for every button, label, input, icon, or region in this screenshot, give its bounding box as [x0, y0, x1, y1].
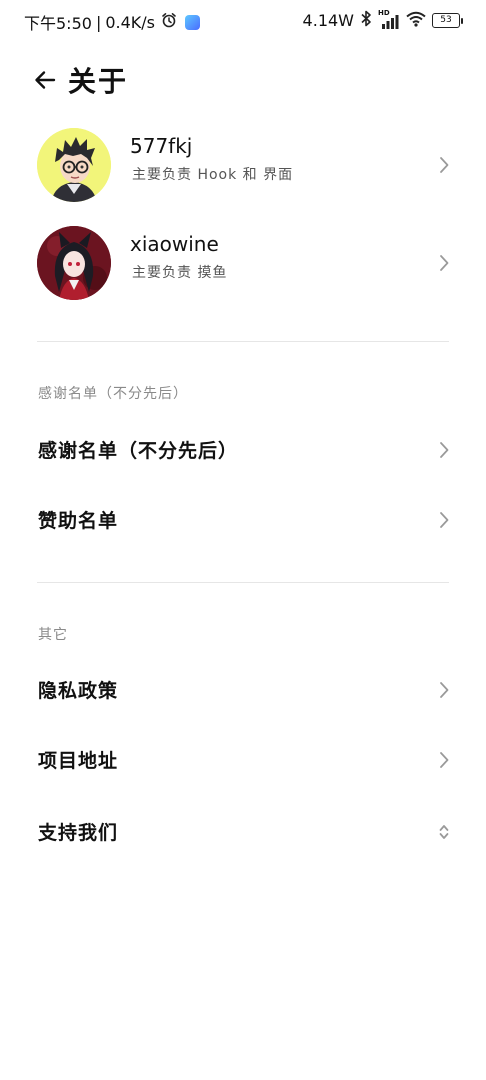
status-left: 下午5:50 | 0.4K/s: [24, 10, 200, 34]
chevron-right-icon: [438, 681, 450, 699]
list-item-thanks-list[interactable]: 感谢名单（不分先后）: [0, 418, 486, 482]
list-item-label: 感谢名单（不分先后）: [38, 440, 239, 462]
header: 关于: [34, 60, 128, 100]
battery-icon: 53: [432, 13, 463, 28]
page-title: 关于: [68, 65, 129, 98]
list-item-privacy-policy[interactable]: 隐私政策: [0, 658, 486, 722]
list-item-support-us[interactable]: 支持我们: [0, 800, 486, 864]
chevron-right-icon: [438, 511, 450, 529]
wifi-icon: [406, 11, 426, 31]
network-speed: 0.4K/s: [105, 12, 155, 32]
power-readout: 4.14W: [302, 11, 354, 30]
developer-role: 主要负责 Hook 和 界面: [132, 167, 294, 183]
list-item-label: 支持我们: [38, 822, 119, 844]
notification-app-icon: [185, 14, 200, 30]
signal-icon: HD: [378, 9, 400, 30]
chevron-right-icon: [438, 254, 450, 272]
list-item-label: 项目地址: [38, 750, 119, 772]
divider: [37, 341, 449, 342]
avatar: [37, 128, 111, 202]
list-item-project-url[interactable]: 项目地址: [0, 728, 486, 792]
alarm-clock-icon: [161, 12, 177, 32]
section-header-thanks: 感谢名单（不分先后）: [38, 386, 188, 402]
status-separator: |: [95, 12, 102, 32]
developer-name: xiaowine: [130, 232, 219, 256]
developer-row-xiaowine[interactable]: xiaowine 主要负责 摸鱼: [0, 226, 486, 310]
list-item-label: 隐私政策: [38, 680, 119, 702]
section-header-other: 其它: [38, 627, 68, 643]
developer-name: 577fkj: [130, 134, 193, 158]
avatar: [37, 226, 111, 300]
developer-role: 主要负责 摸鱼: [132, 265, 228, 281]
expand-collapse-icon: [438, 822, 450, 842]
status-time: 下午5:50: [24, 14, 92, 33]
list-item-label: 赞助名单: [38, 510, 119, 532]
status-right: 4.14W HD 53: [297, 9, 463, 31]
developer-row-577fkj[interactable]: 577fkj 主要负责 Hook 和 界面: [0, 128, 486, 212]
chevron-right-icon: [438, 751, 450, 769]
divider: [37, 582, 449, 583]
back-arrow-icon[interactable]: [34, 69, 56, 91]
bluetooth-icon: [360, 10, 372, 31]
chevron-right-icon: [438, 441, 450, 459]
status-bar: 下午5:50 | 0.4K/s 4.14W HD 53: [0, 0, 486, 44]
chevron-right-icon: [438, 156, 450, 174]
list-item-sponsor-list[interactable]: 赞助名单: [0, 488, 486, 552]
